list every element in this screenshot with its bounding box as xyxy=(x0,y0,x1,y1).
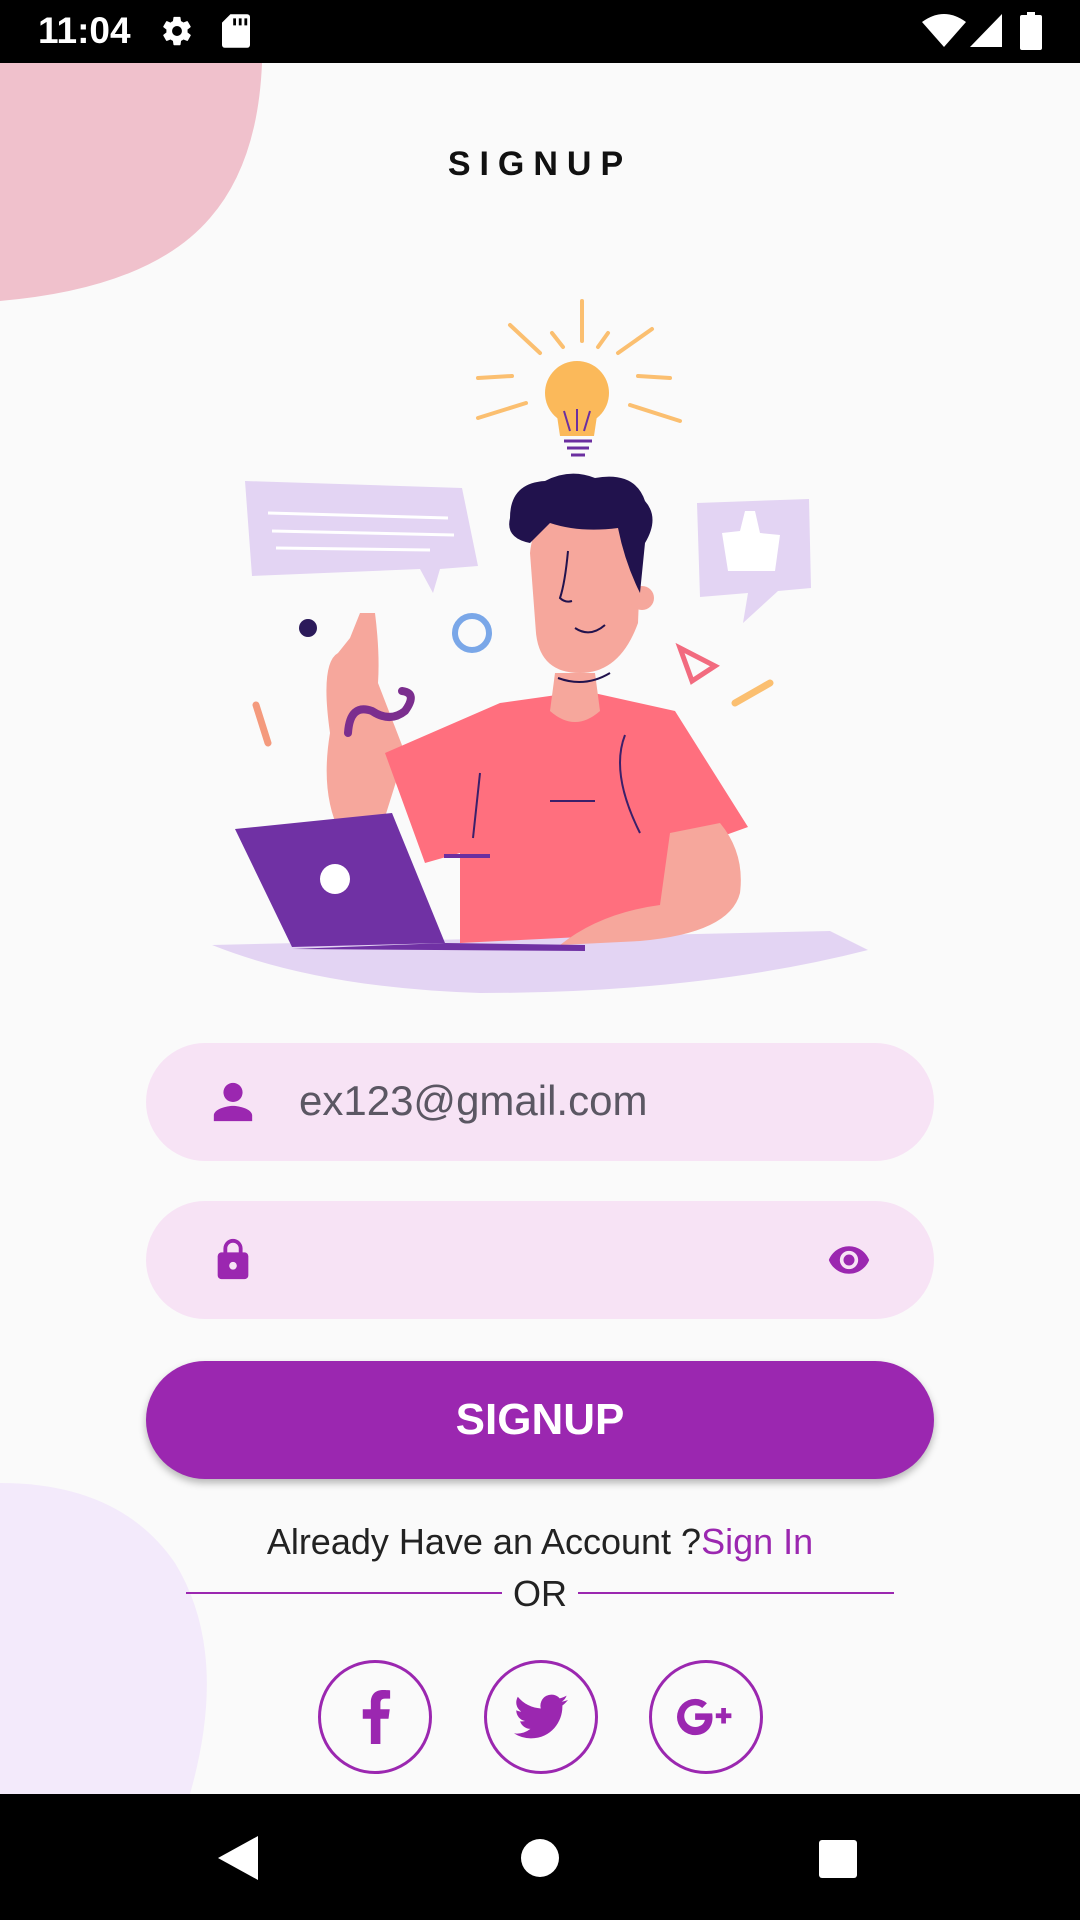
email-field[interactable]: ex123@gmail.com xyxy=(146,1043,934,1161)
google-plus-icon xyxy=(677,1698,732,1736)
status-time: 11:04 xyxy=(38,10,131,51)
divider-line-right xyxy=(578,1592,894,1594)
navigation-bar xyxy=(0,1794,1080,1920)
signin-prompt: Already Have an Account ?Sign In xyxy=(0,1521,1080,1563)
facebook-icon xyxy=(362,1690,391,1744)
or-divider: OR xyxy=(186,1563,894,1623)
back-icon[interactable] xyxy=(216,1834,260,1882)
sd-card-icon xyxy=(222,14,250,48)
account-prompt-text: Already Have an Account ? xyxy=(266,1521,702,1562)
or-text: OR xyxy=(513,1573,567,1614)
password-field[interactable] xyxy=(146,1201,934,1319)
page-title: SIGNUP xyxy=(447,145,633,183)
wifi-icon xyxy=(922,14,966,47)
signup-illustration xyxy=(212,299,868,993)
twitter-button[interactable] xyxy=(484,1660,598,1774)
signup-screen: SIGNUP ex123@gmail.com SIGNUP Already Ha… xyxy=(0,63,1080,1794)
status-bar: 11:04 xyxy=(0,0,1080,63)
google-plus-button[interactable] xyxy=(649,1660,763,1774)
eye-icon[interactable] xyxy=(824,1238,874,1282)
signin-link[interactable]: Sign In xyxy=(701,1521,813,1562)
recents-icon[interactable] xyxy=(818,1839,858,1879)
lock-icon xyxy=(217,1238,249,1280)
battery-icon xyxy=(1020,12,1042,50)
settings-icon xyxy=(163,16,191,46)
home-icon[interactable] xyxy=(520,1838,560,1878)
facebook-button[interactable] xyxy=(318,1660,432,1774)
twitter-icon xyxy=(514,1694,568,1739)
signup-button[interactable]: SIGNUP xyxy=(146,1361,934,1479)
email-value: ex123@gmail.com xyxy=(299,1077,648,1124)
person-icon xyxy=(213,1082,253,1122)
signal-icon xyxy=(970,14,1002,47)
